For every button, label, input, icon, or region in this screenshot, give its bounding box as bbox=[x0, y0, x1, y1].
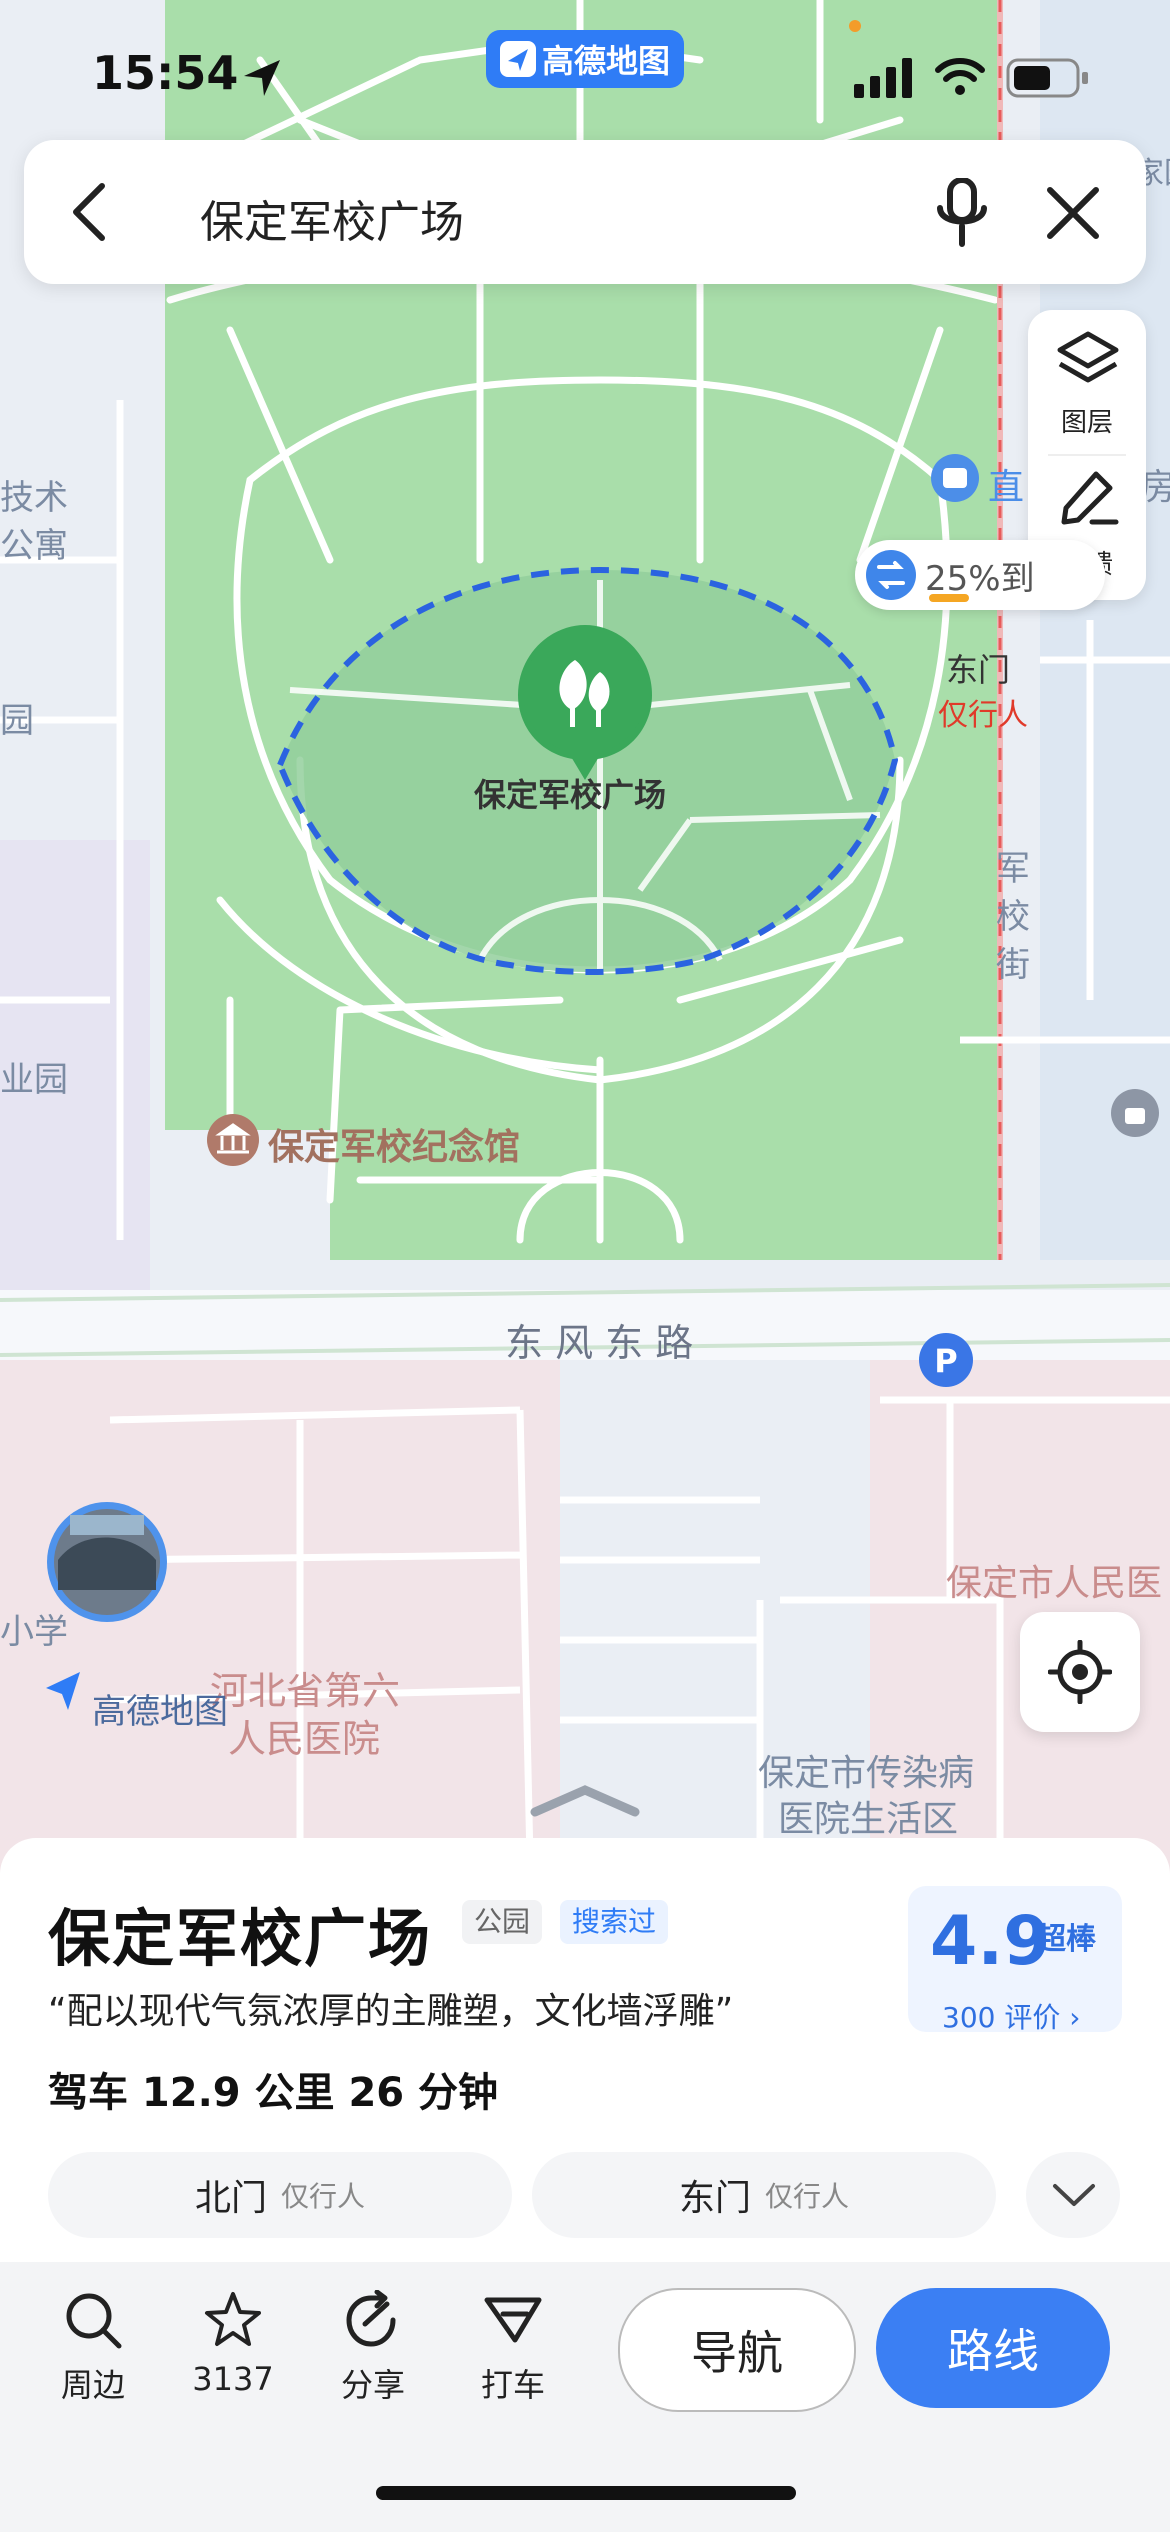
locate-button[interactable] bbox=[1020, 1612, 1140, 1732]
gate-name: 北门 bbox=[194, 2178, 267, 2219]
east-gate-label[interactable]: 东门 bbox=[946, 645, 1010, 691]
home-indicator[interactable] bbox=[376, 2486, 796, 2500]
hospital-label-1[interactable]: 河北省第六 bbox=[210, 1660, 400, 1715]
drive-info: 驾车 12.9 公里 26 分钟 bbox=[48, 2070, 499, 2116]
rating-word: 超棒 bbox=[1036, 1922, 1096, 1957]
gate-north[interactable]: 北门 仅行人 bbox=[48, 2152, 512, 2238]
infectious-label-1[interactable]: 保定市传染病 bbox=[758, 1744, 974, 1796]
nearby-label: 周边 bbox=[60, 2366, 125, 2404]
school-label[interactable]: 小学 bbox=[0, 1604, 68, 1653]
favorite-count: 3137 bbox=[192, 2360, 274, 2398]
taxi-button[interactable]: 打车 bbox=[458, 2290, 568, 2406]
layers-label: 图层 bbox=[1060, 408, 1113, 438]
taxi-label: 打车 bbox=[480, 2366, 545, 2404]
tool-divider bbox=[1048, 454, 1126, 456]
review-count: 300 评价 › bbox=[942, 2001, 1081, 2034]
bus-chip-text: 25%到 bbox=[925, 558, 1035, 599]
back-icon[interactable] bbox=[66, 180, 116, 244]
gate-east[interactable]: 东门 仅行人 bbox=[532, 2152, 996, 2238]
memorial-label[interactable]: 保定军校纪念馆 bbox=[268, 1118, 520, 1170]
rating-score: 4.9 bbox=[930, 1902, 1051, 1981]
close-icon[interactable] bbox=[1044, 184, 1102, 242]
rating-card[interactable]: 4.9 超棒 300 评价 › bbox=[908, 1886, 1122, 2034]
hospital-label-2[interactable]: 人民医院 bbox=[228, 1708, 380, 1763]
gate-name: 东门 bbox=[678, 2178, 751, 2219]
watermark-text: 高德地图 bbox=[92, 1692, 228, 1732]
gate-note: 仅行人 bbox=[765, 2180, 850, 2213]
road-label: 东 风 东 路 bbox=[505, 1321, 694, 1365]
park-map-label[interactable]: 保定军校广场 bbox=[474, 770, 666, 816]
status-time: 15:54 bbox=[92, 46, 239, 100]
edit-icon bbox=[1061, 471, 1119, 525]
search-input[interactable]: 保定军校广场 bbox=[200, 186, 464, 250]
station-label[interactable]: 直 bbox=[988, 458, 1024, 510]
review-quote[interactable]: “配以现代气氛浓厚的主雕塑，文化墙浮雕” bbox=[48, 1982, 733, 2034]
layers-button[interactable]: 图层 bbox=[1028, 310, 1146, 450]
street-label: 军校街 bbox=[996, 849, 1030, 985]
place-name: 保定军校广场 bbox=[48, 1902, 433, 1975]
search-icon bbox=[66, 2293, 122, 2349]
chevron-down-icon bbox=[1053, 2184, 1095, 2206]
industrial-label: 业园 bbox=[0, 1060, 68, 1100]
app-badge-text: 高德地图 bbox=[541, 42, 670, 80]
share-button[interactable]: 分享 bbox=[318, 2289, 428, 2406]
crowd-bar bbox=[929, 594, 969, 602]
east-gate-note: 仅行人 bbox=[938, 698, 1028, 733]
category-tag: 公园 bbox=[462, 1900, 543, 1944]
bus-chip[interactable]: 25%到 bbox=[855, 540, 1105, 610]
svg-text:P: P bbox=[934, 1342, 957, 1380]
recording-dot bbox=[849, 20, 861, 32]
searched-tag: 搜索过 bbox=[560, 1900, 669, 1944]
battery-icon bbox=[1006, 58, 1088, 98]
taxi-icon bbox=[484, 2297, 542, 2343]
amap-logo-icon bbox=[499, 41, 536, 77]
locate-icon bbox=[1048, 1640, 1112, 1704]
city-hospital-label[interactable]: 保定市人民医 bbox=[946, 1554, 1162, 1606]
microphone-icon[interactable] bbox=[934, 178, 990, 248]
share-label: 分享 bbox=[340, 2366, 405, 2404]
favorite-button[interactable]: 3137 bbox=[178, 2290, 288, 2398]
navigate-button[interactable]: 导航 bbox=[618, 2288, 856, 2412]
signal-icon bbox=[854, 58, 912, 98]
garden-label: 园 bbox=[0, 701, 34, 741]
route-button[interactable]: 路线 bbox=[876, 2288, 1110, 2408]
infectious-label-2[interactable]: 医院生活区 bbox=[778, 1790, 958, 1842]
star-icon bbox=[205, 2292, 261, 2346]
apartment-label-2: 公寓 bbox=[0, 526, 68, 566]
share-icon bbox=[346, 2289, 396, 2347]
layers-icon bbox=[1057, 331, 1119, 383]
location-arrow-icon bbox=[244, 60, 280, 96]
app-badge[interactable]: 高德地图 bbox=[486, 30, 684, 88]
transit-icon bbox=[866, 550, 916, 600]
gates-expand-button[interactable] bbox=[1026, 2152, 1120, 2238]
nearby-button[interactable]: 周边 bbox=[38, 2290, 148, 2406]
wifi-icon bbox=[935, 58, 985, 95]
search-bar[interactable]: 保定军校广场 bbox=[24, 140, 1146, 284]
apartment-label-1: 技术 bbox=[0, 478, 68, 518]
gate-note: 仅行人 bbox=[281, 2180, 366, 2213]
